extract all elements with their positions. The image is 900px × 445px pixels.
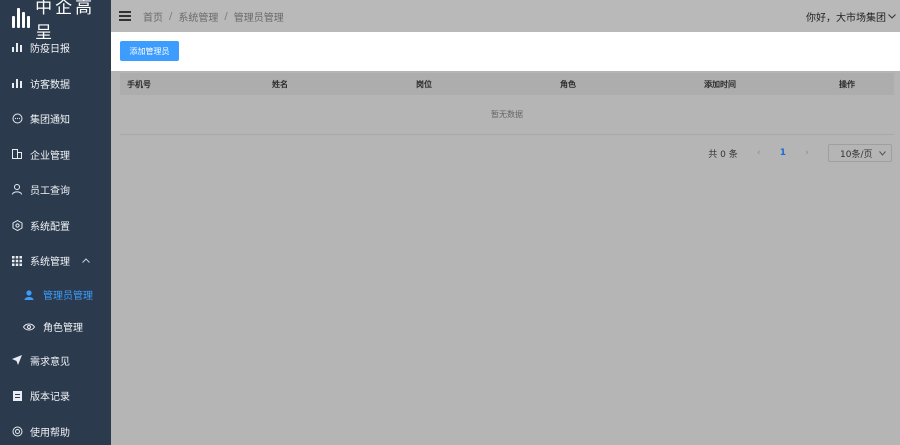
sidebar: 中企高呈 防疫日报 访客数据 集团通知 企业管理 员工查询 系统配置 系统管理 … [0, 0, 111, 445]
column-header-role: 角色 [560, 79, 576, 89]
column-header-name: 姓名 [272, 79, 288, 89]
sidebar-item-label: 使用帮助 [30, 427, 70, 439]
help-icon [10, 424, 24, 438]
sidebar-item-visitor-data[interactable]: 访客数据 [0, 66, 111, 102]
column-header-added-time: 添加时间 [704, 79, 736, 89]
logo-mark-icon [12, 8, 30, 28]
breadcrumb: 首页 / 系统管理 / 管理员管理 [143, 9, 284, 24]
sidebar-item-system-config[interactable]: 系统配置 [0, 208, 111, 244]
user-greeting: 你好，大市场集团 [806, 12, 886, 24]
sidebar-item-help[interactable]: 使用帮助 [0, 414, 111, 445]
sidebar-item-group-notice[interactable]: 集团通知 [0, 101, 111, 137]
sidebar-item-label: 版本记录 [30, 392, 70, 404]
breadcrumb-home[interactable]: 首页 [143, 9, 163, 24]
pagination-total: 共 0 条 [708, 149, 738, 160]
eye-icon [22, 320, 36, 334]
sidebar-item-version-log[interactable]: 版本记录 [0, 378, 111, 414]
sidebar-subitem-label: 角色管理 [43, 323, 83, 334]
prev-page-icon[interactable]: ‹ [752, 148, 766, 158]
sidebar-item-label: 需求意见 [30, 356, 70, 368]
sidebar-item-label: 防疫日报 [30, 44, 70, 56]
toolbar: 添加管理员 [111, 32, 900, 71]
table-empty-state: 暂无数据 [120, 95, 894, 135]
top-header: 首页 / 系统管理 / 管理员管理 你好，大市场集团 [111, 0, 900, 32]
page-size-value: 10条/页 [840, 149, 873, 160]
add-admin-button[interactable]: 添加管理员 [120, 41, 179, 61]
bar-chart-icon [10, 41, 24, 55]
admin-table: 手机号 姓名 岗位 角色 添加时间 操作 暂无数据 [120, 73, 894, 135]
breadcrumb-separator: / [169, 10, 173, 22]
chevron-down-icon [879, 151, 886, 156]
sidebar-item-label: 员工查询 [30, 186, 70, 198]
sidebar-item-requirements[interactable]: 需求意见 [0, 343, 111, 379]
document-icon [10, 389, 24, 403]
send-icon [10, 353, 24, 367]
sidebar-item-label: 系统管理 [30, 257, 70, 269]
user-icon [22, 288, 36, 302]
column-header-phone: 手机号 [127, 79, 151, 89]
sidebar-item-employee-search[interactable]: 员工查询 [0, 172, 111, 208]
breadcrumb-current: 管理员管理 [233, 12, 284, 24]
bar-chart-icon [10, 76, 24, 90]
building-icon [10, 147, 24, 161]
main-content: 手机号 姓名 岗位 角色 添加时间 操作 暂无数据 共 0 条 ‹ 1 › 10… [111, 71, 900, 445]
column-header-actions: 操作 [839, 79, 855, 89]
sidebar-item-system-management[interactable]: 系统管理 [0, 243, 111, 279]
user-menu[interactable]: 你好，大市场集团 [806, 0, 896, 32]
pagination: 共 0 条 ‹ 1 › 10条/页 [708, 144, 892, 162]
message-icon [10, 112, 24, 126]
chevron-up-icon [82, 255, 90, 266]
next-page-icon[interactable]: › [800, 148, 814, 158]
brand-name: 中企高呈 [35, 0, 96, 43]
breadcrumb-separator: / [224, 10, 228, 22]
column-header-position: 岗位 [416, 79, 432, 89]
hamburger-menu-icon[interactable] [119, 11, 131, 21]
user-icon [10, 183, 24, 197]
sidebar-item-label: 企业管理 [30, 150, 70, 162]
breadcrumb-system-management[interactable]: 系统管理 [178, 9, 218, 24]
grid-icon [10, 254, 24, 268]
sidebar-item-enterprise[interactable]: 企业管理 [0, 137, 111, 173]
sidebar-subitem-role-management[interactable]: 角色管理 [0, 311, 111, 343]
sidebar-item-label: 访客数据 [30, 79, 70, 91]
sidebar-subitem-admin-management[interactable]: 管理员管理 [0, 279, 111, 311]
table-header: 手机号 姓名 岗位 角色 添加时间 操作 [120, 73, 894, 95]
page-number-current[interactable]: 1 [780, 148, 786, 158]
sidebar-item-label: 系统配置 [30, 221, 70, 233]
chevron-down-icon [888, 13, 896, 19]
page-size-select[interactable]: 10条/页 [828, 144, 892, 162]
sidebar-item-label: 集团通知 [30, 115, 70, 127]
sidebar-subitem-label: 管理员管理 [43, 291, 93, 302]
settings-icon [10, 218, 24, 232]
